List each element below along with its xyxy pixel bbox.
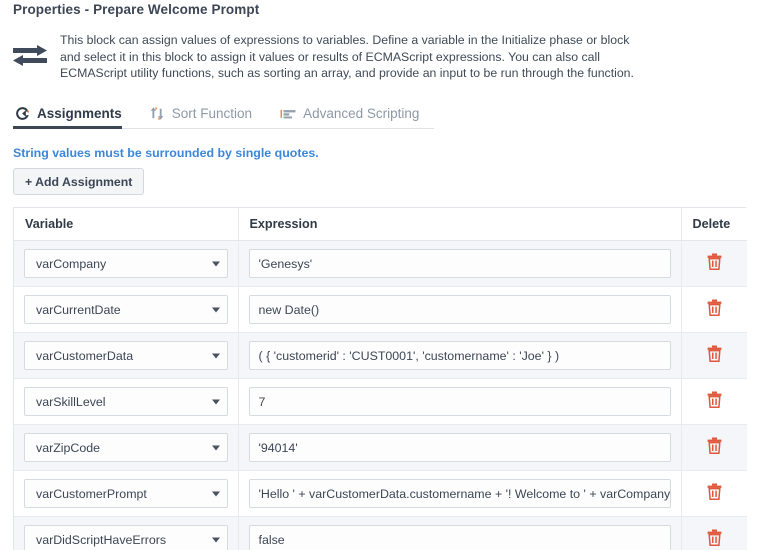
expression-input[interactable]: '94014' [249,433,671,462]
variable-cell: varCurrentDate [14,287,238,333]
trash-icon[interactable] [707,483,722,500]
trash-icon[interactable] [707,391,722,408]
chevron-down-icon [212,537,220,542]
sort-arrows-icon [150,106,165,121]
tab-assignments[interactable]: Assignments [13,106,136,128]
expression-cell: '94014' [238,425,681,471]
tab-bar: Assignments Sort Function [13,99,434,129]
expression-value: 7 [259,395,266,409]
expression-value: ( { 'customerid' : 'CUST0001', 'customer… [259,349,560,363]
variable-cell: varDidScriptHaveErrors [14,517,238,550]
variable-cell: varSkillLevel [14,379,238,425]
expression-value: '94014' [259,441,298,455]
assignments-table: Variable Expression Delete varCompany 'Ge… [14,208,747,550]
tab-sort-function[interactable]: Sort Function [136,106,266,128]
variable-select-value: varCustomerPrompt [36,487,147,501]
expression-cell: 'Hello ' + varCustomerData.customername … [238,471,681,517]
variable-cell: varCustomerPrompt [14,471,238,517]
single-quotes-notice: String values must be surrounded by sing… [13,146,319,160]
variable-select-value: varZipCode [36,441,100,455]
expression-input[interactable]: ( { 'customerid' : 'CUST0001', 'customer… [249,341,671,370]
delete-cell [681,287,747,333]
header-description-block: This block can assign values of expressi… [0,32,758,82]
delete-cell [681,333,747,379]
table-row: varCustomerData ( { 'customerid' : 'CUST0… [14,333,747,379]
variable-select[interactable]: varCompany [24,249,228,278]
column-header-delete: Delete [681,208,747,241]
trash-icon[interactable] [707,345,722,362]
add-assignment-button[interactable]: + Add Assignment [13,168,144,195]
delete-cell [681,241,747,287]
table-row: varZipCode '94014' [14,425,747,471]
expression-cell: ( { 'customerid' : 'CUST0001', 'customer… [238,333,681,379]
expression-input[interactable]: 'Hello ' + varCustomerData.customername … [249,479,671,508]
table-body: varCompany 'Genesys' varCurrentDate new Dat… [14,241,747,550]
chevron-down-icon [212,399,220,404]
variable-select-value: varCurrentDate [36,303,121,317]
tab-advanced-scripting-label: Advanced Scripting [303,106,419,121]
column-header-expression: Expression [238,208,681,241]
variable-select-value: varSkillLevel [36,395,106,409]
chevron-down-icon [212,445,220,450]
trash-icon[interactable] [707,437,722,454]
table-row: varCustomerPrompt 'Hello ' + varCustomerD… [14,471,747,517]
expression-value: new Date() [259,303,320,317]
variable-select[interactable]: varDidScriptHaveErrors [24,525,228,550]
assign-arrows-icon [0,32,60,71]
delete-cell [681,471,747,517]
expression-cell: new Date() [238,287,681,333]
tab-advanced-scripting[interactable]: Advanced Scripting [266,106,433,128]
expression-value: 'Hello ' + varCustomerData.customername … [259,487,671,501]
variable-cell: varCompany [14,241,238,287]
variable-select[interactable]: varCurrentDate [24,295,228,324]
column-header-variable: Variable [14,208,238,241]
block-description: This block can assign values of expressi… [60,32,660,82]
expression-value: 'Genesys' [259,257,313,271]
variable-select-value: varCompany [36,257,106,271]
chevron-down-icon [212,307,220,312]
chevron-down-icon [212,353,220,358]
expression-cell: 7 [238,379,681,425]
variable-select[interactable]: varCustomerData [24,341,228,370]
trash-icon[interactable] [707,529,722,546]
circular-arrow-icon [15,106,30,121]
trash-icon[interactable] [707,299,722,316]
expression-value: false [259,533,285,547]
expression-input[interactable]: 'Genesys' [249,249,671,278]
tab-assignments-label: Assignments [37,106,122,121]
chevron-down-icon [212,261,220,266]
properties-panel: Properties - Prepare Welcome Prompt This… [0,0,758,550]
table-header: Variable Expression Delete [14,208,747,241]
assignments-table-wrapper: Variable Expression Delete varCompany 'Ge… [13,207,746,550]
variable-cell: varZipCode [14,425,238,471]
table-row: varDidScriptHaveErrors false [14,517,747,550]
variable-cell: varCustomerData [14,333,238,379]
variable-select[interactable]: varSkillLevel [24,387,228,416]
variable-select[interactable]: varZipCode [24,433,228,462]
table-row: varSkillLevel 7 [14,379,747,425]
variable-select[interactable]: varCustomerPrompt [24,479,228,508]
variable-select-value: varDidScriptHaveErrors [36,533,166,547]
delete-cell [681,517,747,550]
chevron-down-icon [212,491,220,496]
variable-select-value: varCustomerData [36,349,133,363]
expression-input[interactable]: false [249,525,671,550]
expression-input[interactable]: 7 [249,387,671,416]
table-row: varCurrentDate new Date() [14,287,747,333]
delete-cell [681,425,747,471]
expression-cell: false [238,517,681,550]
delete-cell [681,379,747,425]
tab-sort-function-label: Sort Function [172,106,252,121]
page-title: Properties - Prepare Welcome Prompt [13,2,259,17]
expression-cell: 'Genesys' [238,241,681,287]
table-row: varCompany 'Genesys' [14,241,747,287]
trash-icon[interactable] [707,253,722,270]
expression-input[interactable]: new Date() [249,295,671,324]
table-header-row: Variable Expression Delete [14,208,747,241]
script-lines-icon [280,107,296,121]
